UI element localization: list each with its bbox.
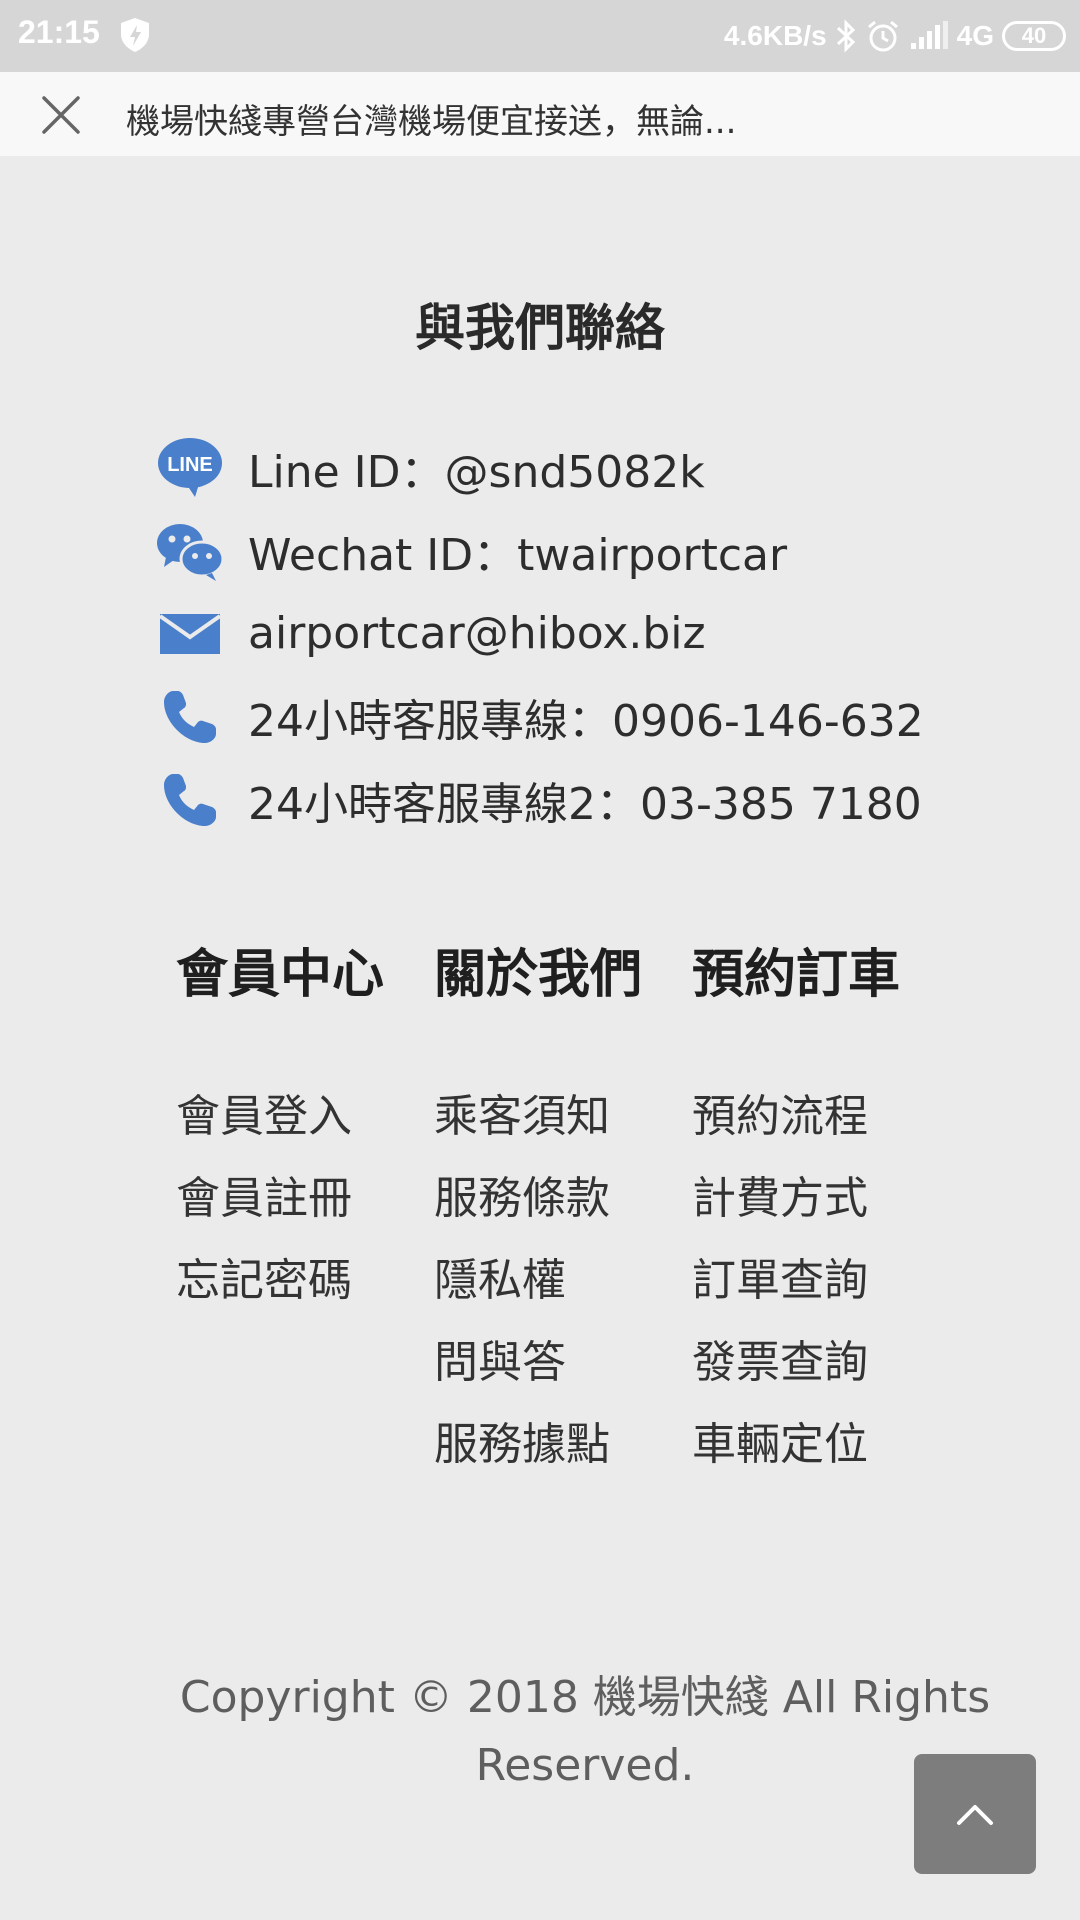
status-bar: 21:15 4.6KB/s 4G 40 xyxy=(0,0,1080,72)
footer-col-about: 關於我們 乘客須知 服務條款 隱私權 問與答 服務據點 xyxy=(434,932,692,1490)
footer-link-booking-process[interactable]: 預約流程 xyxy=(692,1080,950,1162)
contact-phone-2[interactable]: 24小時客服專線2：03-385 7180 xyxy=(156,758,924,841)
contact-heading: 與我們聯絡 xyxy=(415,299,665,357)
footer-link-member-register[interactable]: 會員註冊 xyxy=(176,1162,434,1244)
title-bar: 機場快綫專營台灣機場便宜接送，無論... xyxy=(0,72,1080,156)
wechat-icon xyxy=(156,517,224,585)
wechat-id-text: Wechat ID：twairportcar xyxy=(248,529,788,581)
footer-link-invoice-query[interactable]: 發票查詢 xyxy=(692,1326,950,1408)
back-to-top-button[interactable] xyxy=(914,1754,1036,1874)
copyright: Copyright © 2018 機場快綫 All Rights Reserve… xyxy=(160,1664,1010,1800)
contact-phone-1[interactable]: 24小時客服專線：0906-146-632 xyxy=(156,675,924,758)
contact-wechat[interactable]: Wechat ID：twairportcar xyxy=(156,509,924,592)
network-type: 4G xyxy=(956,20,994,51)
footer-link-forgot-password[interactable]: 忘記密碼 xyxy=(176,1244,434,1326)
footer-heading-member: 會員中心 xyxy=(176,945,385,1005)
footer-heading-booking: 預約訂車 xyxy=(692,945,901,1005)
battery-icon: 40 xyxy=(1002,21,1066,51)
footer-link-vehicle-location[interactable]: 車輛定位 xyxy=(692,1408,950,1490)
contact-list: LINE Line ID：@snd5082k Wechat ID：twairpo… xyxy=(156,426,924,841)
line-icon: LINE xyxy=(156,434,224,502)
footer-link-terms[interactable]: 服務條款 xyxy=(434,1162,692,1244)
status-time: 21:15 xyxy=(18,14,100,50)
footer-links: 會員中心 會員登入 會員註冊 忘記密碼 關於我們 乘客須知 服務條款 隱私權 問… xyxy=(176,932,950,1490)
copyright-line-1: Copyright © 2018 機場快綫 All Rights xyxy=(179,1672,991,1723)
phone-2-text: 24小時客服專線2：03-385 7180 xyxy=(248,778,922,830)
bluetooth-icon xyxy=(836,19,855,53)
battery-level: 40 xyxy=(1021,23,1047,48)
footer-link-pricing[interactable]: 計費方式 xyxy=(692,1162,950,1244)
footer-link-privacy[interactable]: 隱私權 xyxy=(434,1244,692,1326)
footer-link-faq[interactable]: 問與答 xyxy=(434,1326,692,1408)
line-id-text: Line ID：@snd5082k xyxy=(248,446,705,498)
footer-col-booking: 預約訂車 預約流程 計費方式 訂單查詢 發票查詢 車輛定位 xyxy=(692,932,950,1490)
chevron-up-icon xyxy=(957,1805,993,1825)
footer-col-member: 會員中心 會員登入 會員註冊 忘記密碼 xyxy=(176,932,434,1490)
mail-icon xyxy=(156,600,224,668)
status-indicators: 4.6KB/s 4G 40 xyxy=(724,14,1066,58)
shield-icon xyxy=(121,18,149,52)
close-icon[interactable] xyxy=(36,92,86,138)
phone-icon xyxy=(156,683,224,751)
copyright-line-2: Reserved. xyxy=(475,1740,695,1791)
footer-link-passenger-notice[interactable]: 乘客須知 xyxy=(434,1080,692,1162)
phone-icon xyxy=(156,766,224,834)
footer-link-member-login[interactable]: 會員登入 xyxy=(176,1080,434,1162)
footer-heading-about: 關於我們 xyxy=(434,945,643,1005)
footer-link-locations[interactable]: 服務據點 xyxy=(434,1408,692,1490)
footer-link-order-query[interactable]: 訂單查詢 xyxy=(692,1244,950,1326)
contact-email[interactable]: airportcar@hibox.biz xyxy=(156,592,924,675)
alarm-icon xyxy=(867,20,898,52)
signal-icon xyxy=(910,21,948,49)
svg-text:LINE: LINE xyxy=(167,454,213,476)
net-speed: 4.6KB/s xyxy=(723,20,827,51)
page-title: 機場快綫專營台灣機場便宜接送，無論... xyxy=(126,102,737,142)
email-text: airportcar@hibox.biz xyxy=(248,608,706,659)
phone-1-text: 24小時客服專線：0906-146-632 xyxy=(248,695,924,747)
contact-line[interactable]: LINE Line ID：@snd5082k xyxy=(156,426,924,509)
